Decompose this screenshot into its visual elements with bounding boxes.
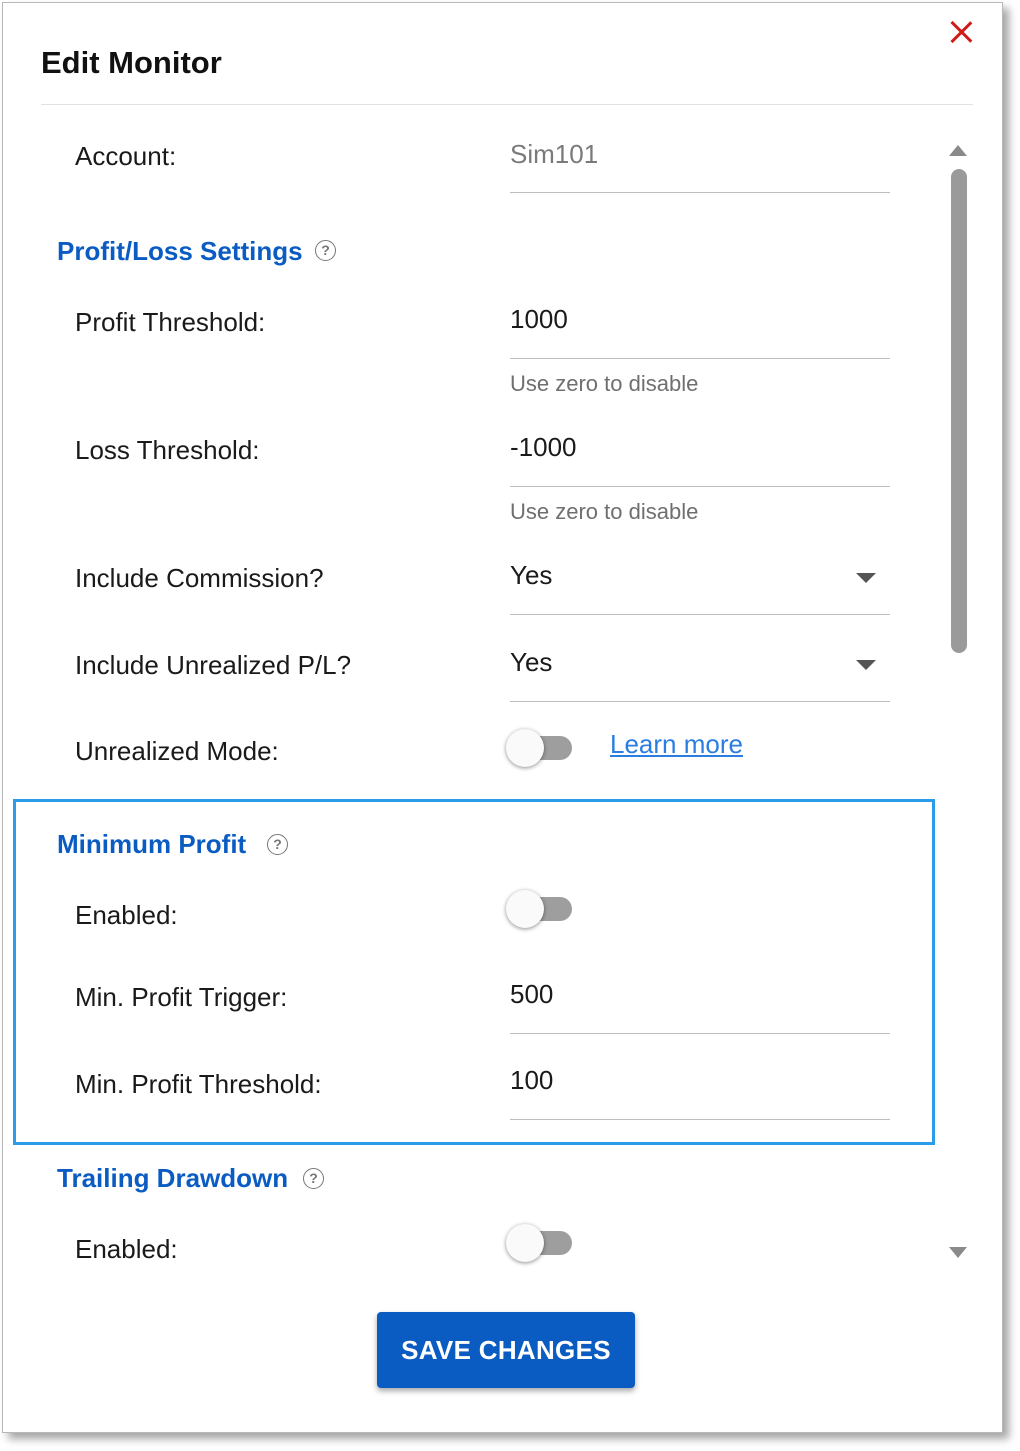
include-commission-value: Yes [510,560,553,590]
account-value: Sim101 [510,139,599,169]
chevron-down-icon [856,573,876,583]
learn-more-link[interactable]: Learn more [610,729,743,760]
account-field: Sim101 [510,139,890,193]
loss-threshold-input[interactable]: -1000 [510,432,890,487]
minimum-profit-enabled-label: Enabled: [75,900,178,930]
unrealized-mode-label: Unrealized Mode: [75,736,279,766]
profit-threshold-label: Profit Threshold: [75,307,266,337]
minimum-profit-help-icon[interactable]: ? [267,834,288,855]
toggle-knob [506,1224,544,1262]
minimum-profit-enabled-toggle[interactable] [506,889,572,929]
toggle-knob [506,890,544,928]
include-commission-select[interactable]: Yes [510,560,890,615]
profit-loss-heading: Profit/Loss Settings [57,236,303,266]
toggle-knob [506,729,544,767]
loss-threshold-hint: Use zero to disable [510,499,699,524]
save-changes-button[interactable]: SAVE CHANGES [377,1312,635,1388]
include-unrealized-label: Include Unrealized P/L? [75,650,352,680]
include-unrealized-select[interactable]: Yes [510,647,890,702]
scrollbar-thumb[interactable] [951,169,967,653]
title-divider [41,104,973,105]
loss-threshold-value: -1000 [510,432,577,462]
profit-threshold-hint: Use zero to disable [510,371,699,396]
trailing-drawdown-help-icon[interactable]: ? [303,1168,324,1189]
dialog-title: Edit Monitor [41,45,222,80]
trailing-drawdown-enabled-toggle[interactable] [506,1223,572,1263]
profit-threshold-value: 1000 [510,304,568,334]
loss-threshold-label: Loss Threshold: [75,435,260,465]
chevron-down-icon [856,660,876,670]
unrealized-mode-toggle[interactable] [506,728,572,768]
edit-monitor-dialog: Edit Monitor Account: Sim101 Profit/Loss… [2,2,1003,1433]
min-profit-trigger-value: 500 [510,979,554,1009]
profit-loss-help-icon[interactable]: ? [315,240,336,261]
min-profit-trigger-input[interactable]: 500 [510,979,890,1034]
min-profit-trigger-label: Min. Profit Trigger: [75,982,288,1012]
min-profit-threshold-label: Min. Profit Threshold: [75,1069,322,1099]
minimum-profit-heading: Minimum Profit [57,829,247,859]
trailing-drawdown-heading: Trailing Drawdown [57,1163,289,1193]
profit-threshold-input[interactable]: 1000 [510,304,890,359]
min-profit-threshold-input[interactable]: 100 [510,1065,890,1120]
scroll-down-arrow-icon[interactable] [949,1247,967,1258]
include-commission-label: Include Commission? [75,563,324,593]
close-icon[interactable] [946,17,976,47]
account-label: Account: [75,141,177,171]
min-profit-threshold-value: 100 [510,1065,554,1095]
include-unrealized-value: Yes [510,647,553,677]
scroll-up-arrow-icon[interactable] [949,145,967,156]
trailing-drawdown-enabled-label: Enabled: [75,1234,178,1264]
